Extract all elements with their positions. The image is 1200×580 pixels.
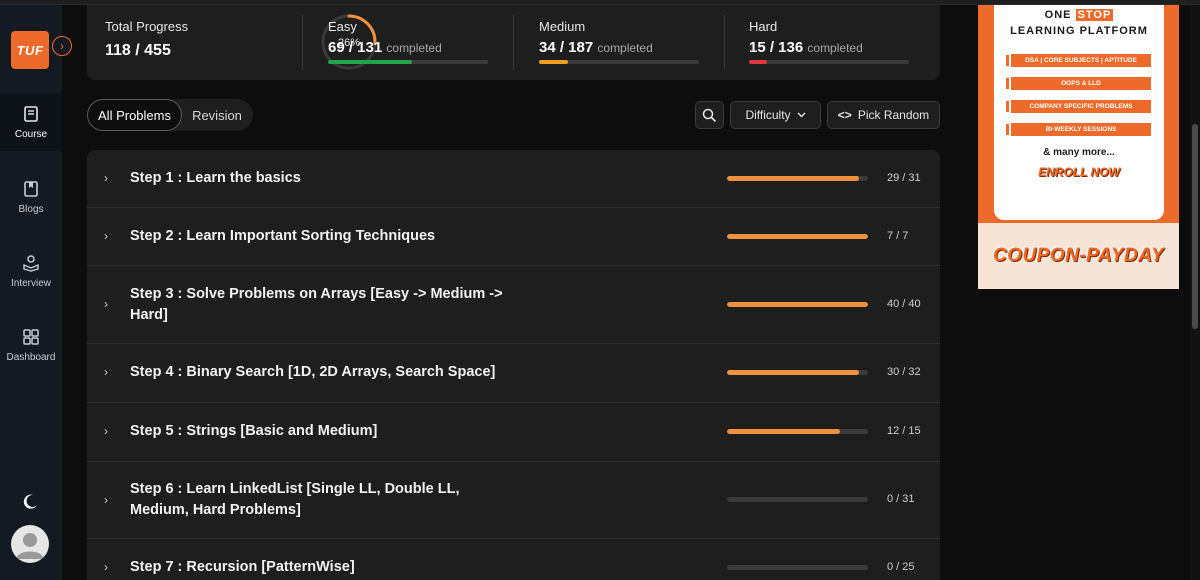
ad-pill: BI-WEEKLY SESSIONS xyxy=(1006,123,1151,136)
code-icon: <> xyxy=(837,108,852,122)
step-count: 30 / 32 xyxy=(887,366,921,378)
list-item[interactable]: › Step 3 : Solve Problems on Arrays [Eas… xyxy=(87,266,940,344)
list-item[interactable]: › Step 4 : Binary Search [1D, 2D Arrays,… xyxy=(87,344,940,403)
difficulty-dropdown[interactable]: Difficulty xyxy=(730,101,821,129)
step-progress-bar xyxy=(727,370,868,375)
ad-card: ONE STOP LEARNING PLATFORM DSA | CORE SU… xyxy=(994,5,1164,220)
step-progress-bar xyxy=(727,302,868,307)
step-count: 29 / 31 xyxy=(887,172,921,184)
ad-pill: DSA | CORE SUBJECTS | APTITUDE xyxy=(1006,54,1151,67)
list-item[interactable]: › Step 6 : Learn LinkedList [Single LL, … xyxy=(87,462,940,539)
medium-progress-bar xyxy=(539,60,699,64)
hard-progress-bar xyxy=(749,60,909,64)
chevron-right-icon[interactable]: › xyxy=(104,297,108,311)
chevron-right-icon[interactable]: › xyxy=(104,229,108,243)
ad-pill: COMPANY SPECIFIC PROBLEMS xyxy=(1006,100,1151,113)
progress-stats: Total Progress 118 / 455 26% Easy 69 / 1… xyxy=(87,5,940,80)
ad-headline: ONE STOP xyxy=(1044,9,1114,21)
easy-title: Easy xyxy=(328,19,357,34)
sidebar-item-blogs[interactable]: Blogs xyxy=(0,168,62,226)
scrollbar[interactable] xyxy=(1190,5,1200,580)
step-title: Step 4 : Binary Search [1D, 2D Arrays, S… xyxy=(130,364,496,380)
step-count: 12 / 15 xyxy=(887,425,921,437)
hard-value: 15 / 136 completed xyxy=(749,39,863,56)
moon-icon[interactable] xyxy=(20,492,40,512)
tab-all-problems[interactable]: All Problems xyxy=(87,99,182,131)
list-item[interactable]: › Step 7 : Recursion [PatternWise] 0 / 2… xyxy=(87,539,940,580)
difficulty-label: Difficulty xyxy=(745,108,791,122)
step-progress-bar xyxy=(727,176,868,181)
hard-title: Hard xyxy=(749,19,778,34)
steps-list: › Step 1 : Learn the basics 29 / 31 › St… xyxy=(87,150,940,580)
list-item[interactable]: › Step 2 : Learn Important Sorting Techn… xyxy=(87,208,940,266)
easy-progress-bar xyxy=(328,60,488,64)
step-count: 0 / 31 xyxy=(887,493,915,505)
tab-revision[interactable]: Revision xyxy=(183,99,251,131)
sidebar-item-label: Interview xyxy=(10,277,51,289)
bookmark-icon xyxy=(24,180,38,197)
chevron-down-icon xyxy=(797,112,806,118)
step-title: Step 1 : Learn the basics xyxy=(130,170,301,186)
medium-value: 34 / 187 completed xyxy=(539,39,653,56)
scrollbar-thumb[interactable] xyxy=(1192,124,1198,329)
medium-title: Medium xyxy=(539,19,586,34)
sidebar-item-label: Blogs xyxy=(18,203,44,215)
list-item[interactable]: › Step 5 : Strings [Basic and Medium] 12… xyxy=(87,403,940,462)
sidebar-item-dashboard[interactable]: Dashboard xyxy=(0,316,62,374)
enroll-now-link[interactable]: ENROLL NOW xyxy=(994,165,1164,179)
ad-banner[interactable]: ONE STOP LEARNING PLATFORM DSA | CORE SU… xyxy=(978,5,1179,289)
step-title: Step 3 : Solve Problems on Arrays [Easy … xyxy=(130,286,503,323)
search-button[interactable] xyxy=(695,101,724,129)
book-icon xyxy=(24,105,38,122)
step-progress-bar xyxy=(727,429,868,434)
sidebar-item-label: Dashboard xyxy=(6,351,56,363)
step-title: Step 7 : Recursion [PatternWise] xyxy=(130,559,355,575)
step-count: 40 / 40 xyxy=(887,298,921,310)
interview-icon xyxy=(23,254,39,272)
easy-value: 69 / 131 completed xyxy=(328,39,442,56)
step-count: 0 / 25 xyxy=(887,561,915,573)
total-progress-value: 118 / 455 xyxy=(105,42,171,59)
avatar[interactable] xyxy=(11,525,49,563)
step-title: Step 6 : Learn LinkedList [Single LL, Do… xyxy=(130,481,460,518)
step-title: Step 5 : Strings [Basic and Medium] xyxy=(130,423,378,439)
pick-random-label: Pick Random xyxy=(857,108,930,122)
sidebar: TUF › Course Blogs Interview Dashboard xyxy=(0,5,72,580)
sidebar-item-interview[interactable]: Interview xyxy=(0,242,62,300)
sidebar-item-label: Course xyxy=(14,128,48,140)
ad-coupon-area: COUPON-PAYDAY xyxy=(978,223,1179,289)
ad-pill: OOPS & LLD xyxy=(1006,77,1151,90)
step-progress-bar xyxy=(727,497,868,502)
dashboard-icon xyxy=(23,328,39,345)
ad-subheadline: LEARNING PLATFORM xyxy=(1010,25,1148,37)
chevron-right-icon[interactable]: › xyxy=(104,365,108,379)
step-count: 7 / 7 xyxy=(887,230,909,242)
step-title: Step 2 : Learn Important Sorting Techniq… xyxy=(130,228,436,244)
pick-random-button[interactable]: <> Pick Random xyxy=(827,101,940,129)
chevron-right-icon[interactable]: › xyxy=(104,424,108,438)
chevron-right-icon[interactable]: › xyxy=(104,493,108,507)
user-icon xyxy=(16,533,44,559)
step-progress-bar xyxy=(727,234,868,239)
chevron-right-icon[interactable]: › xyxy=(104,171,108,185)
list-item[interactable]: › Step 1 : Learn the basics 29 / 31 xyxy=(87,150,940,208)
chevron-right-icon[interactable]: › xyxy=(104,560,108,574)
expand-sidebar-icon[interactable]: › xyxy=(52,36,72,56)
total-progress-title: Total Progress xyxy=(105,19,189,34)
tuf-logo[interactable]: TUF xyxy=(11,31,49,69)
search-icon xyxy=(702,108,717,122)
coupon-code: COUPON-PAYDAY xyxy=(992,245,1165,266)
sidebar-item-course[interactable]: Course xyxy=(0,93,62,151)
step-progress-bar xyxy=(727,565,868,570)
problem-tabs: All Problems Revision xyxy=(87,99,253,131)
ad-more-text: & many more... xyxy=(1043,147,1115,158)
